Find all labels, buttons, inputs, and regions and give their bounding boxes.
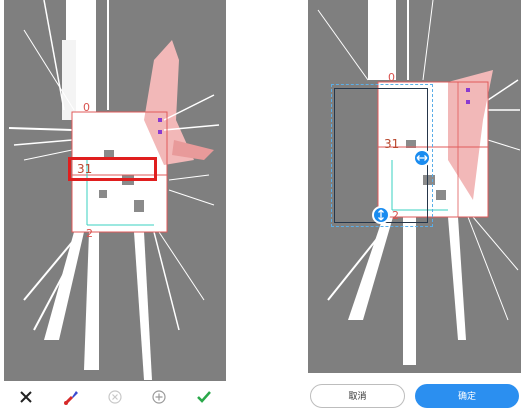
action-bar: 取消 确定	[308, 382, 521, 409]
vertical-resize-handle[interactable]	[372, 206, 390, 224]
left-map-canvas[interactable]	[4, 0, 226, 381]
left-toolbar	[4, 384, 226, 409]
confirm-button[interactable]: 确定	[415, 383, 519, 408]
selected-divider-box[interactable]	[68, 157, 157, 181]
horizontal-arrows-icon	[416, 155, 428, 161]
right-map-view[interactable]: 0 31 2	[308, 0, 521, 373]
cancel-button[interactable]: 取消	[310, 383, 405, 408]
zone-label-0: 0	[83, 101, 90, 114]
vertical-arrows-icon	[378, 209, 384, 221]
add-icon[interactable]	[147, 386, 171, 408]
zone-label-0: 0	[388, 71, 395, 84]
remove-icon[interactable]	[103, 386, 127, 408]
brush-icon[interactable]	[59, 386, 83, 408]
left-map-view[interactable]: 0 31 2	[4, 0, 226, 381]
zone-label-2: 2	[86, 227, 93, 240]
horizontal-resize-handle[interactable]	[413, 149, 431, 167]
check-icon[interactable]	[192, 386, 216, 408]
close-icon[interactable]	[14, 386, 38, 408]
